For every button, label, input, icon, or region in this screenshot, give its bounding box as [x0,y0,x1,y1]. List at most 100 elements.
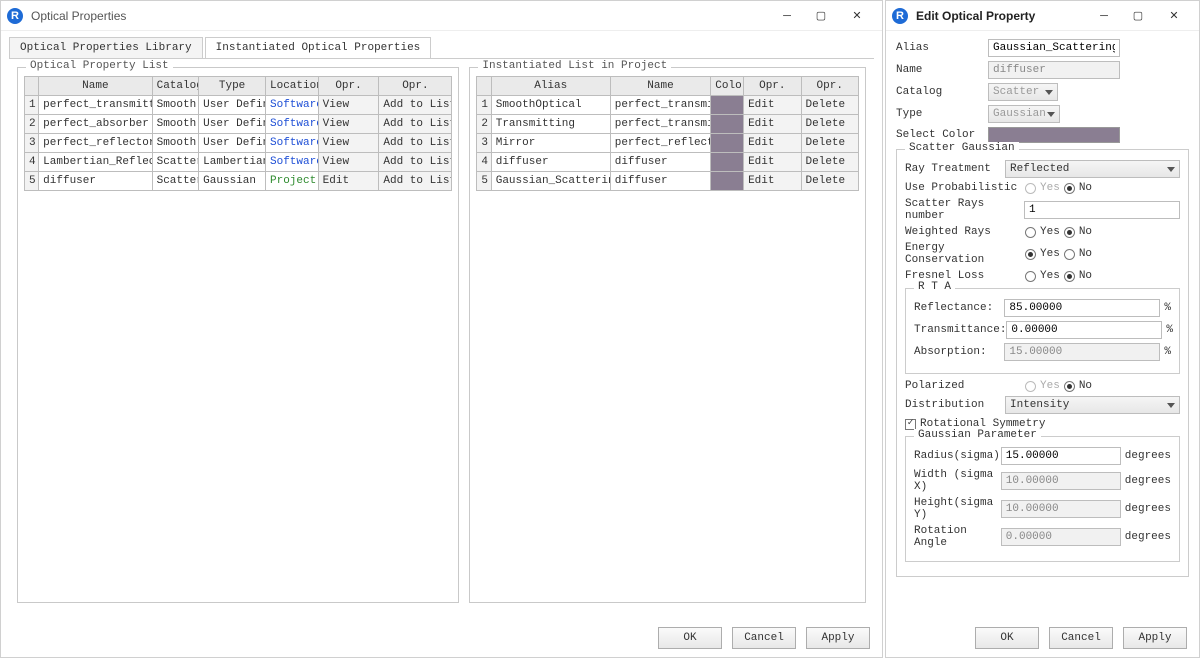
col-opr1[interactable]: Opr. [318,77,379,96]
cell-catalog: Smooth [152,134,199,153]
edit-button[interactable]: Edit [744,172,801,191]
add-to-list-button[interactable]: Add to List [379,115,452,134]
cell-color[interactable] [711,115,744,134]
fresnel-loss-yes-radio[interactable] [1025,271,1036,282]
ok-button-left[interactable]: OK [658,627,722,649]
col-location[interactable]: Location [266,77,319,96]
height-input [1001,500,1121,518]
delete-button[interactable]: Delete [801,96,858,115]
ray-treatment-select[interactable]: Reflected [1005,160,1180,178]
view-button[interactable]: View [318,96,379,115]
table-row[interactable]: 2perfect_absorberSmoothUser DefinedSoftw… [25,115,452,134]
delete-button[interactable]: Delete [801,115,858,134]
add-to-list-button[interactable]: Add to List [379,134,452,153]
view-button[interactable]: Edit [318,172,379,191]
col-name2[interactable]: Name [610,77,711,96]
tab-instantiated[interactable]: Instantiated Optical Properties [205,37,432,58]
cell-color[interactable] [711,96,744,115]
scatter-rays-input[interactable] [1024,201,1180,219]
cell-color[interactable] [711,153,744,172]
edit-button[interactable]: Edit [744,153,801,172]
cell-name[interactable]: perfect_reflector [39,134,152,153]
ok-button-right[interactable]: OK [975,627,1039,649]
col-color[interactable]: Color [711,77,744,96]
minimize-button[interactable]: ─ [770,4,804,28]
cell-alias[interactable]: Mirror [491,134,610,153]
label-absorption: Absorption: [914,346,1004,358]
cell-catalog: Smooth [152,115,199,134]
maximize-button[interactable]: ▢ [804,4,838,28]
label-ray-treatment: Ray Treatment [905,163,1005,175]
close-button-right[interactable]: ✕ [1155,4,1193,28]
edit-button[interactable]: Edit [744,96,801,115]
cell-alias[interactable]: Transmitting [491,115,610,134]
distribution-select[interactable]: Intensity [1005,396,1180,414]
cancel-button-left[interactable]: Cancel [732,627,796,649]
cell-alias[interactable]: diffuser [491,153,610,172]
col-type[interactable]: Type [199,77,266,96]
reflectance-input[interactable] [1004,299,1160,317]
cancel-button-right[interactable]: Cancel [1049,627,1113,649]
maximize-button-right[interactable]: ▢ [1121,4,1155,28]
view-button[interactable]: View [318,153,379,172]
col-catalog[interactable]: Catalog [152,77,199,96]
add-to-list-button[interactable]: Add to List [379,96,452,115]
col-opr2b[interactable]: Opr. [801,77,858,96]
close-button[interactable]: ✕ [838,4,876,28]
color-swatch[interactable] [988,127,1120,143]
apply-button-right[interactable]: Apply [1123,627,1187,649]
tab-bar: Optical Properties Library Instantiated … [1,31,882,58]
table-row[interactable]: 5Gaussian_ScatteringdiffuserEditDelete [477,172,859,191]
table-row[interactable]: 2Transmittingperfect_transmitterEditDele… [477,115,859,134]
row-number: 4 [25,153,39,172]
cell-location: Software [266,153,319,172]
cell-name[interactable]: Lambertian_Reflector [39,153,152,172]
label-distribution: Distribution [905,399,1005,411]
weighted-rays-no-radio[interactable] [1064,227,1075,238]
row-number: 3 [25,134,39,153]
delete-button[interactable]: Delete [801,134,858,153]
add-to-list-button[interactable]: Add to List [379,153,452,172]
energy-cons-no-radio[interactable] [1064,249,1075,260]
table-row[interactable]: 4diffuserdiffuserEditDelete [477,153,859,172]
table-row[interactable]: 5diffuserScatterGaussianProjectEditAdd t… [25,172,452,191]
apply-button-left[interactable]: Apply [806,627,870,649]
cell-alias[interactable]: SmoothOptical [491,96,610,115]
cell-name[interactable]: perfect_transmitter [39,96,152,115]
table-row[interactable]: 3perfect_reflectorSmoothUser DefinedSoft… [25,134,452,153]
tab-library[interactable]: Optical Properties Library [9,37,203,58]
delete-button[interactable]: Delete [801,172,858,191]
col-name[interactable]: Name [39,77,152,96]
view-button[interactable]: View [318,115,379,134]
add-to-list-button[interactable]: Add to List [379,172,452,191]
cell-name[interactable]: diffuser [39,172,152,191]
minimize-button-right[interactable]: ─ [1087,4,1121,28]
weighted-rays-yes-radio[interactable] [1025,227,1036,238]
row-number: 2 [477,115,491,134]
rotational-symmetry-checkbox[interactable] [905,419,916,430]
window-title-left: Optical Properties [27,9,770,23]
cell-alias[interactable]: Gaussian_Scattering [491,172,610,191]
label-use-prob: Use Probabilistic [905,182,1025,194]
cell-name[interactable]: perfect_absorber [39,115,152,134]
cell-color[interactable] [711,134,744,153]
table-row[interactable]: 1SmoothOpticalperfect_transmitterEditDel… [477,96,859,115]
table-row[interactable]: 4Lambertian_ReflectorScatterLambertianSo… [25,153,452,172]
polarized-no-radio[interactable] [1064,381,1075,392]
table-row[interactable]: 1perfect_transmitterSmoothUser DefinedSo… [25,96,452,115]
fresnel-loss-no-radio[interactable] [1064,271,1075,282]
delete-button[interactable]: Delete [801,153,858,172]
transmittance-input[interactable] [1006,321,1162,339]
col-opr2[interactable]: Opr. [379,77,452,96]
cell-color[interactable] [711,172,744,191]
energy-cons-yes-radio[interactable] [1025,249,1036,260]
edit-button[interactable]: Edit [744,115,801,134]
use-prob-no-radio[interactable] [1064,183,1075,194]
col-opr1b[interactable]: Opr. [744,77,801,96]
edit-button[interactable]: Edit [744,134,801,153]
radius-input[interactable] [1001,447,1121,465]
col-alias[interactable]: Alias [491,77,610,96]
table-row[interactable]: 3Mirrorperfect_reflectorEditDelete [477,134,859,153]
alias-input[interactable] [988,39,1120,57]
view-button[interactable]: View [318,134,379,153]
